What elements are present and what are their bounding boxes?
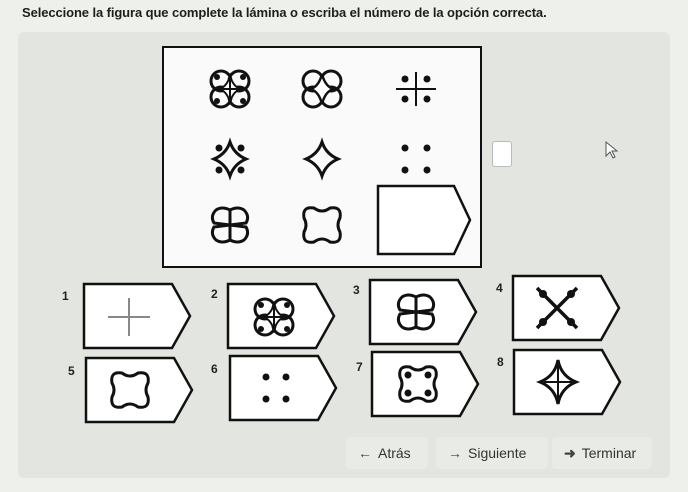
- mouse-cursor-icon: [605, 140, 619, 159]
- arrow-left-icon: ←: [358, 445, 372, 461]
- matrix-cell-3-1: [210, 206, 250, 244]
- puzzle-matrix: [162, 46, 482, 268]
- option-2[interactable]: [224, 280, 339, 352]
- next-label: Siguiente: [468, 445, 527, 461]
- option-number-7: 7: [356, 360, 363, 374]
- matrix-cell-2-2: [302, 137, 342, 181]
- matrix-cell-1-1: [209, 69, 251, 109]
- matrix-answer-slot: [376, 184, 472, 256]
- next-button[interactable]: → Siguiente: [436, 437, 548, 469]
- option-number-1: 1: [62, 289, 69, 303]
- option-number-8: 8: [497, 355, 504, 369]
- finish-button[interactable]: ➜ Terminar: [552, 437, 652, 469]
- matrix-cell-3-2: [302, 206, 342, 244]
- option-number-6: 6: [211, 362, 218, 376]
- matrix-cell-2-1: [210, 137, 250, 181]
- matrix-cell-2-3: [401, 144, 431, 174]
- option-8[interactable]: [510, 346, 625, 418]
- option-1[interactable]: [80, 280, 195, 352]
- option-6[interactable]: [226, 352, 341, 424]
- instruction-text: Seleccione la figura que complete la lám…: [22, 5, 547, 20]
- option-number-5: 5: [68, 364, 75, 378]
- answer-input[interactable]: [492, 141, 512, 167]
- matrix-cell-1-3: [396, 72, 436, 106]
- option-4[interactable]: [509, 272, 624, 344]
- option-number-3: 3: [353, 283, 360, 297]
- arrow-right-icon: →: [448, 445, 462, 461]
- option-number-4: 4: [496, 281, 503, 295]
- finish-label: Terminar: [581, 445, 637, 461]
- option-3[interactable]: [366, 276, 481, 348]
- option-5[interactable]: [82, 354, 197, 426]
- option-number-2: 2: [211, 287, 218, 301]
- back-label: Atrás: [378, 445, 411, 461]
- exit-icon: ➜: [564, 444, 576, 461]
- back-button[interactable]: ← Atrás: [346, 437, 428, 469]
- matrix-cell-1-2: [301, 69, 343, 109]
- option-7[interactable]: [368, 348, 483, 420]
